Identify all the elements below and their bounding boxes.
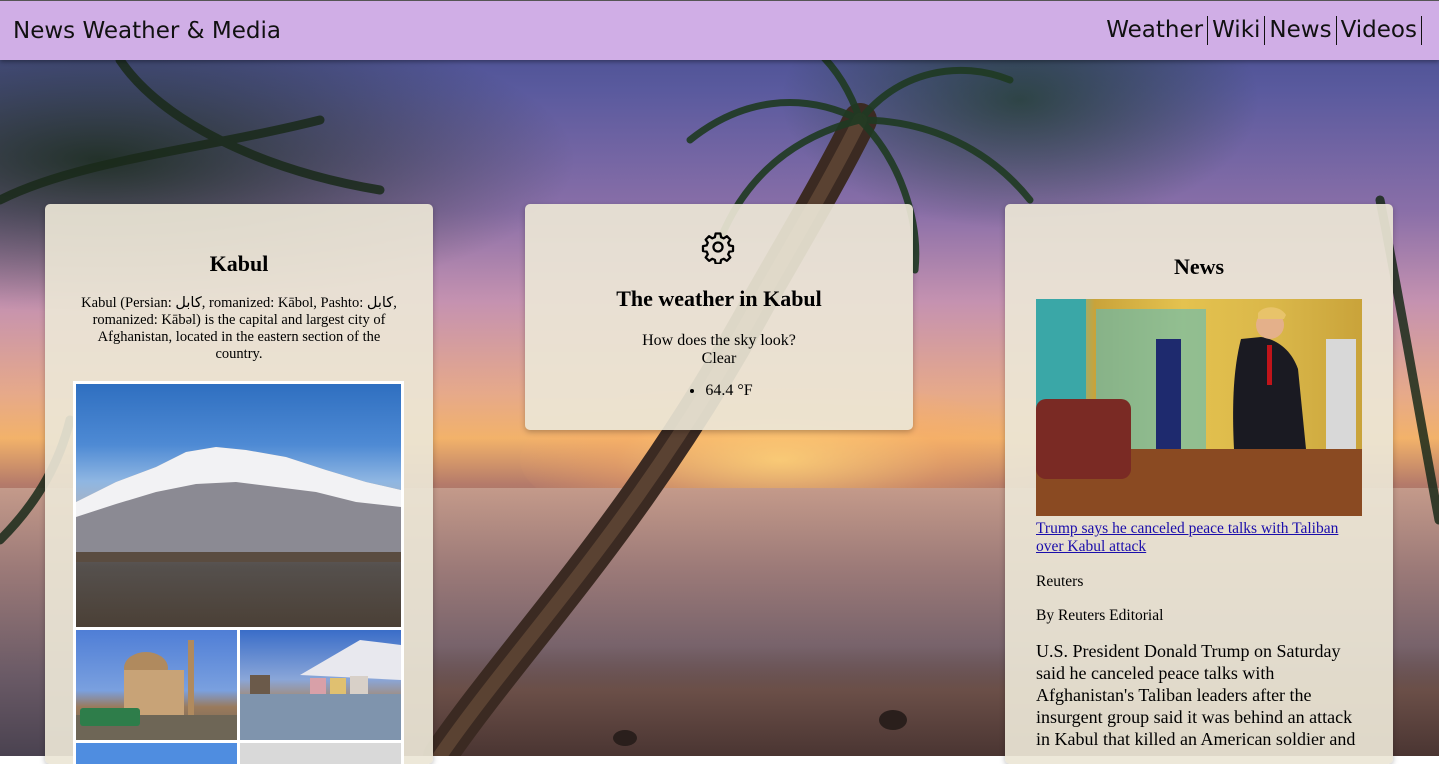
mosque-photo[interactable] (76, 630, 237, 740)
nav-weather[interactable]: Weather (1102, 16, 1209, 45)
news-author: By Reuters Editorial (1036, 607, 1164, 624)
news-article-image[interactable] (1036, 299, 1362, 516)
mountain-city-photo[interactable] (76, 384, 401, 627)
top-navbar: News Weather & Media Weather Wiki News V… (0, 0, 1439, 60)
news-source: Reuters (1036, 573, 1084, 590)
news-body: U.S. President Donald Trump on Saturday … (1036, 641, 1356, 749)
nav-news[interactable]: News (1265, 16, 1337, 45)
news-title: News (1173, 254, 1225, 279)
news-card: News Trump says he canceled peace talks … (1005, 204, 1393, 764)
nav-videos[interactable]: Videos (1337, 16, 1422, 45)
city-photo-gallery (73, 381, 404, 764)
wiki-title: Kabul (209, 251, 269, 276)
main-nav: Weather Wiki News Videos (1102, 16, 1422, 45)
weather-details: 64.4 °F (525, 382, 913, 400)
site-brand[interactable]: News Weather & Media (13, 18, 281, 44)
sky-question-label: How does the sky look? (642, 332, 796, 349)
gallery-photo-3[interactable] (76, 743, 237, 764)
river-city-photo[interactable] (240, 630, 401, 740)
sky-condition: Clear (701, 350, 737, 367)
weather-title: The weather in Kabul (616, 286, 822, 311)
gear-icon (701, 232, 735, 264)
sky-question: How does the sky look? Clear (525, 332, 913, 368)
wiki-card: Kabul Kabul (Persian: کابل, romanized: K… (45, 204, 433, 764)
temperature-value: 64.4 °F (705, 382, 752, 400)
wiki-summary: Kabul (Persian: کابل, romanized: Kābol, … (81, 295, 397, 362)
nav-wiki[interactable]: Wiki (1208, 16, 1266, 45)
weather-card: The weather in Kabul How does the sky lo… (525, 204, 913, 430)
gallery-photo-4[interactable] (240, 743, 401, 764)
news-headline-link[interactable]: Trump says he canceled peace talks with … (1036, 520, 1362, 556)
